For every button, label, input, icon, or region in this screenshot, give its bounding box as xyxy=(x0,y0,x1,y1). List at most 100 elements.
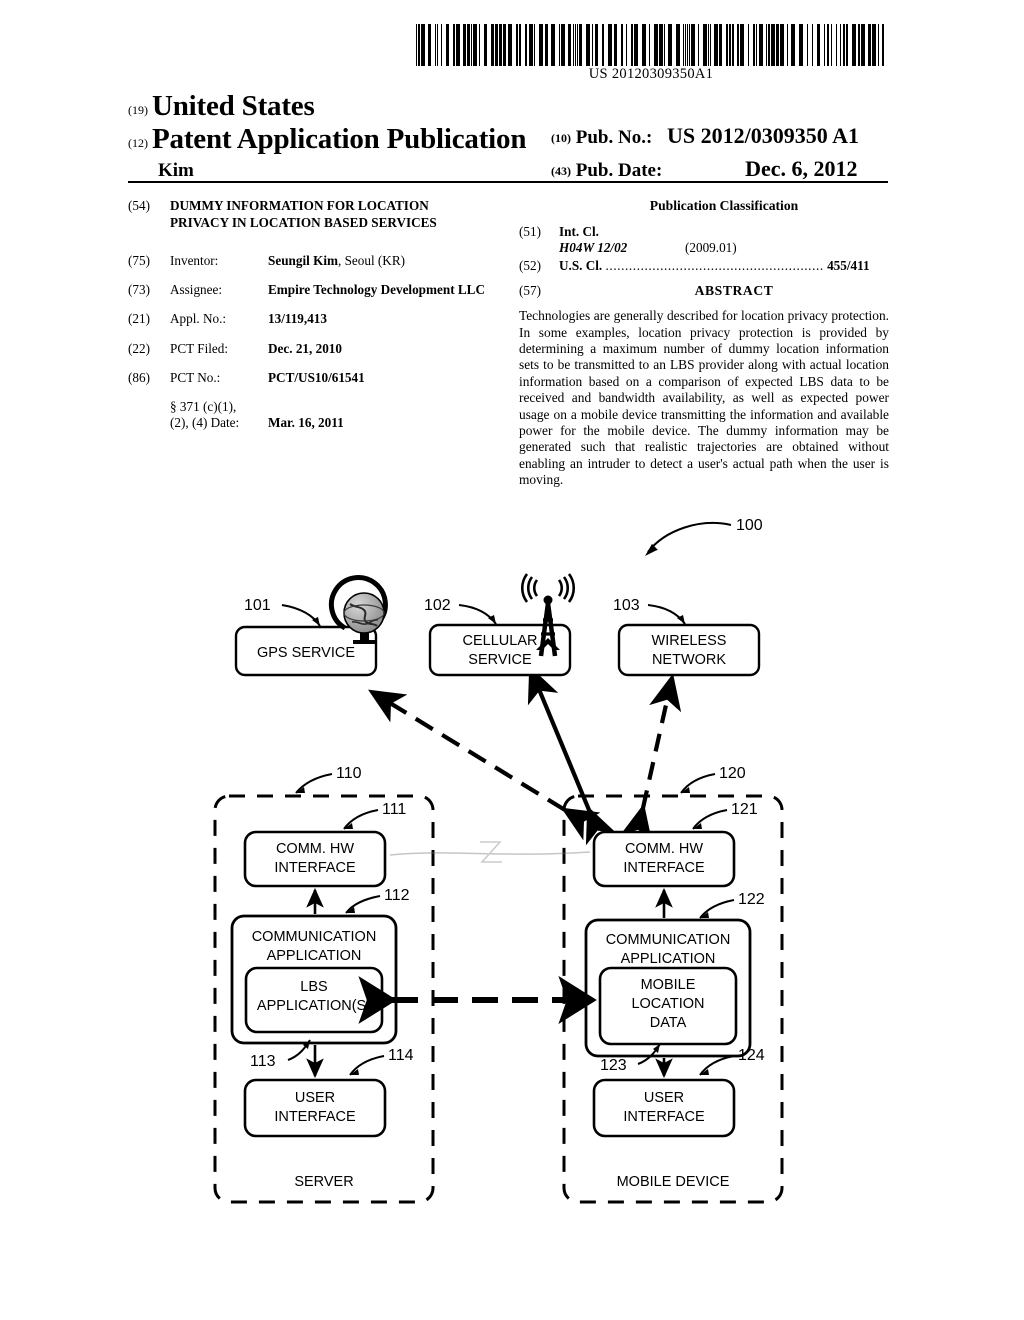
country-name: United States xyxy=(152,90,315,122)
ref-leader-112 xyxy=(345,895,381,914)
code-19: (19) xyxy=(128,103,148,117)
ref-100: 100 xyxy=(736,517,763,534)
server-user-if-line2: INTERFACE xyxy=(274,1109,356,1125)
abstract-heading: ABSTRACT xyxy=(694,282,774,298)
arrow-gps-link xyxy=(368,689,601,841)
biblio-right-column: Publication Classification (51) Int. Cl.… xyxy=(519,198,889,488)
pct-no-label: PCT No.: xyxy=(170,369,221,385)
comm-hw-faint-link xyxy=(389,841,591,863)
us-cl-value: 455/411 xyxy=(827,257,870,273)
mobile-comm-app-line1: COMMUNICATION xyxy=(606,932,731,948)
service-wireless-label-2: NETWORK xyxy=(652,652,726,668)
appl-no-code: (21) xyxy=(128,311,150,327)
section-371-value: Mar. 16, 2011 xyxy=(268,415,510,431)
pct-no-value: PCT/US10/61541 xyxy=(268,370,510,386)
service-box-gps[interactable]: GPS SERVICE xyxy=(234,625,378,677)
inventor-label: Inventor: xyxy=(170,253,219,269)
ref-103: 103 xyxy=(613,597,640,614)
section-371-label: § 371 (c)(1), (2), (4) Date: xyxy=(170,399,268,431)
server-lbs-line1: LBS xyxy=(300,979,327,995)
assignee-row: (73) Assignee: Empire Technology Develop… xyxy=(128,282,510,298)
section-371-row: § 371 (c)(1), (2), (4) Date: Mar. 16, 20… xyxy=(128,399,510,431)
us-cl-body: U.S. Cl. ...............................… xyxy=(559,258,889,274)
header-divider xyxy=(128,181,888,183)
appl-no-label: Appl. No.: xyxy=(170,311,227,327)
pub-date-label: Pub. Date: xyxy=(575,160,663,181)
appl-no-value: 13/119,413 xyxy=(268,311,510,327)
ref-leader-114 xyxy=(349,1055,385,1076)
country-line: (19) United States xyxy=(128,90,315,123)
pub-no-row: (10) Pub. No.: US 2012/0309350 A1 xyxy=(551,123,859,149)
section-371-line2: (2), (4) Date: xyxy=(170,414,240,430)
code-10: (10) xyxy=(551,131,571,145)
ref-leader-110 xyxy=(295,773,333,794)
inventor-code: (75) xyxy=(128,253,150,269)
assignee-label: Assignee: xyxy=(170,282,223,298)
ref-112: 112 xyxy=(384,887,410,904)
server-comm-app-line1: COMMUNICATION xyxy=(252,929,377,945)
server-user-if-line1: USER xyxy=(295,1090,335,1106)
pct-filed-code: (22) xyxy=(128,340,150,356)
appl-no-number: 13/119,413 xyxy=(268,311,327,327)
pct-filed-label: PCT Filed: xyxy=(170,340,229,356)
int-cl-label: Int. Cl. xyxy=(559,223,599,239)
pct-no-code: (86) xyxy=(128,369,150,385)
section-371-date: Mar. 16, 2011 xyxy=(268,414,344,430)
pct-no-row: (86) PCT No.: PCT/US10/61541 xyxy=(128,370,510,386)
inventor-row: (75) Inventor: Seungil Kim, Seoul (KR) xyxy=(128,253,510,269)
ref-leader-122 xyxy=(699,899,735,919)
int-cl-value: H04W 12/02 xyxy=(559,239,628,255)
server-user-interface[interactable]: USER INTERFACE xyxy=(243,1078,387,1138)
section-371-line1: § 371 (c)(1), xyxy=(170,398,237,414)
service-cellular-label-2: SERVICE xyxy=(468,652,532,668)
biblio-left-column: (54) DUMMY INFORMATION FOR LOCATION PRIV… xyxy=(128,198,510,444)
ref-111: 111 xyxy=(382,801,406,818)
mobile-location-line3: DATA xyxy=(650,1015,687,1031)
mobile-location-line1: MOBILE xyxy=(641,977,696,993)
us-cl-dot-leader: ........................................… xyxy=(605,257,824,273)
pub-date-value: Dec. 6, 2012 xyxy=(745,156,858,181)
server-comm-hw-line2: INTERFACE xyxy=(274,860,356,876)
service-cellular-label-1: CELLULAR xyxy=(463,633,538,649)
ref-124: 124 xyxy=(738,1047,765,1064)
ref-leader-102 xyxy=(458,604,497,625)
int-cl-row: (51) Int. Cl. H04W 12/02 (2009.01) xyxy=(519,224,889,256)
ref-leader-120 xyxy=(680,773,716,794)
int-cl-body: Int. Cl. H04W 12/02 (2009.01) xyxy=(559,224,889,256)
invention-title-line1: DUMMY INFORMATION FOR LOCATION xyxy=(170,198,429,213)
int-cl-code: (51) xyxy=(519,223,541,239)
ref-102: 102 xyxy=(424,597,451,614)
pct-no-number: PCT/US10/61541 xyxy=(268,369,365,385)
ref-leader-103 xyxy=(647,604,686,625)
us-cl-label: U.S. Cl. xyxy=(559,257,603,273)
mobile-user-interface[interactable]: USER INTERFACE xyxy=(592,1078,736,1138)
ref-leader-121 xyxy=(692,809,728,830)
ref-101: 101 xyxy=(244,597,271,614)
ref-leader-124 xyxy=(699,1055,735,1076)
int-cl-version: (2009.01) xyxy=(685,239,737,255)
mobile-comm-hw-line1: COMM. HW xyxy=(625,841,703,857)
arrow-wireless-link xyxy=(620,673,682,843)
title-code: (54) xyxy=(128,198,150,213)
pub-date-row: (43) Pub. Date: Dec. 6, 2012 xyxy=(551,156,857,182)
server-comm-hw-interface[interactable]: COMM. HW INTERFACE xyxy=(243,830,387,888)
inventor-value: Seungil Kim, Seoul (KR) xyxy=(268,253,510,269)
abstract-code: (57) xyxy=(519,282,541,298)
service-gps-label: GPS SERVICE xyxy=(257,645,355,661)
server-comm-app-line2: APPLICATION xyxy=(267,948,362,964)
ref-120: 120 xyxy=(719,765,746,782)
section-371-code xyxy=(128,399,170,431)
doc-type-line: (12) Patent Application Publication xyxy=(128,123,526,156)
abstract-text: Technologies are generally described for… xyxy=(519,308,889,487)
mobile-location-data[interactable]: MOBILE LOCATION DATA xyxy=(598,966,738,1046)
barcode xyxy=(414,24,888,66)
server-lbs-applications[interactable]: LBS APPLICATION(S) xyxy=(244,966,384,1034)
us-cl-code: (52) xyxy=(519,257,541,273)
appl-no-row: (21) Appl. No.: 13/119,413 xyxy=(128,311,510,327)
assignee-value: Empire Technology Development LLC xyxy=(268,282,510,298)
inventor-location: , Seoul (KR) xyxy=(337,253,406,269)
service-box-wireless[interactable]: WIRELESS NETWORK xyxy=(617,623,761,677)
system-ref-leader xyxy=(645,522,732,556)
mobile-comm-hw-interface[interactable]: COMM. HW INTERFACE xyxy=(592,830,736,888)
pub-no-label: Pub. No.: xyxy=(575,127,653,148)
